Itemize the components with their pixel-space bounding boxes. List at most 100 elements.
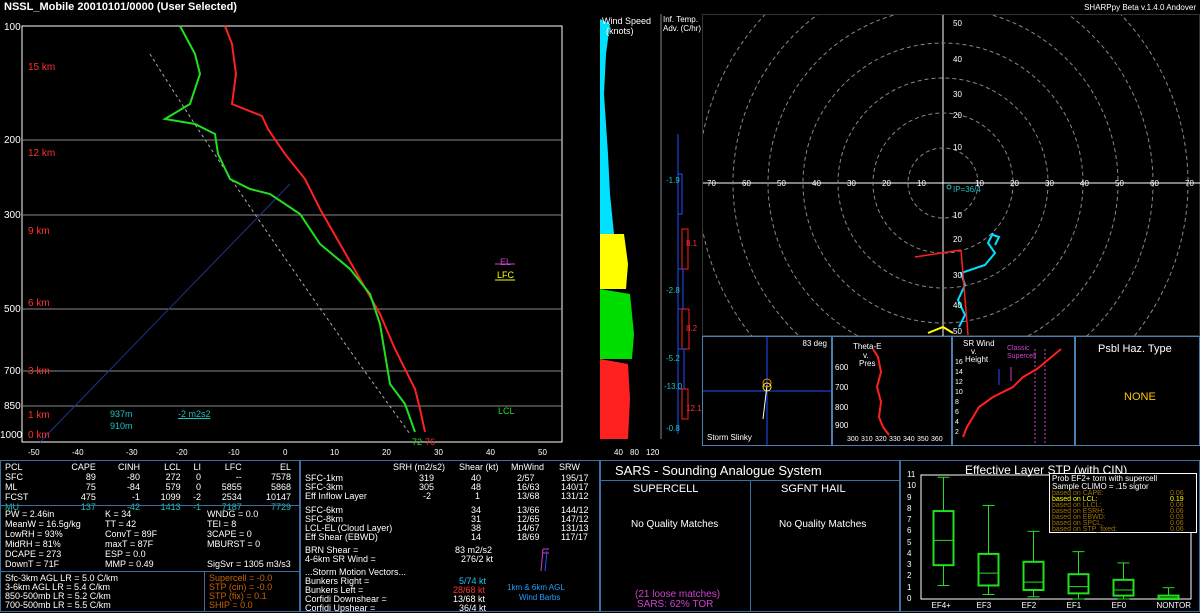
srwind-panel: SR Wind v. Height Classic Supercell 16 1… [952, 336, 1075, 446]
skewt-panel[interactable]: 100 200 300 500 700 850 1000 15 km 12 km… [0, 14, 600, 460]
kin-header-srh: SRH (m2/s2) [393, 462, 446, 472]
sfc-dewpoint-label: 72 [412, 437, 423, 447]
temp-tick-10: 10 [330, 448, 339, 457]
index-k: K = 34 [105, 509, 132, 519]
theta-e-title: Theta-E [853, 342, 882, 351]
lapse-rate-700500: 700-500mb LR = 5.5 C/km [5, 600, 111, 610]
parcel-cell: 0 [196, 482, 202, 492]
hodo-xtick: 70 [1185, 179, 1194, 188]
sars-tor-probability: SARS: 62% TOR [637, 599, 714, 610]
hodo-xtick: 60 [1150, 179, 1159, 188]
parcel-col-header: PCL [5, 462, 23, 472]
temp-adv-value: -13.0 [664, 382, 683, 391]
theta-e-xtick: 320 [875, 436, 887, 443]
hodo-xtick: 10 [917, 179, 926, 188]
wind-speed-title: Wind Speed [602, 16, 652, 26]
parcel-col-header: LFC [224, 462, 242, 472]
index-sigsvr: SigSvr = 1305 m3/s3 [207, 559, 291, 569]
srwind-ytick: 16 [955, 359, 963, 366]
stp-ytick: 10 [907, 481, 916, 491]
hodo-xtick: 20 [882, 179, 891, 188]
index-downt: DownT = 71F [5, 559, 60, 569]
temp-tick-n10: -10 [228, 448, 240, 457]
srwind-ytick: 8 [955, 399, 959, 406]
stp-ytick: 8 [907, 503, 912, 513]
kin-row-label: Eff Inflow Layer [305, 491, 367, 501]
height-label-15km: 15 km [28, 62, 56, 73]
hodo-lower-tick: 40 [953, 301, 962, 310]
temp-adv-value: -5.2 [666, 354, 680, 363]
wind-speed-bars [600, 14, 690, 439]
temp-adv-value: 12.1 [686, 404, 702, 413]
sars-hail-matches: No Quality Matches [779, 519, 867, 530]
parcel-col-header: CINH [117, 462, 140, 472]
thermo-panel: PCL CAPE CINH LCL LI LFC EL SFC 89 -80 2… [0, 460, 300, 612]
stp-xtick: EF3 [976, 601, 992, 610]
stp-xtick: EF2 [1021, 601, 1037, 610]
sars-hail-header: SGFNT HAIL [781, 483, 846, 495]
temp-tick-n40: -40 [72, 448, 84, 457]
sars-panel: SARS - Sounding Analogue System SUPERCEL… [600, 460, 900, 612]
height-label-3km: 3 km [28, 366, 50, 377]
parcel-row[interactable]: SFC 89 -80 272 0 -- 7578 [3, 472, 293, 482]
hodo-lower-tick: 50 [953, 327, 962, 336]
parcel-cell: -1 [131, 492, 140, 502]
index-tei: TEI = 8 [207, 519, 237, 529]
temp-adv-title: Inf. Temp. [663, 15, 698, 24]
kin-header-srw: SRW [559, 462, 580, 472]
hodo-xtick: 30 [1045, 179, 1054, 188]
hodograph-panel[interactable]: 50 40 30 20 10 70 60 50 40 30 20 10 10 2… [702, 14, 1200, 337]
hodo-xtick: 50 [1115, 179, 1124, 188]
hodo-ytick: 10 [953, 143, 962, 152]
wind-tick-40: 40 [614, 448, 623, 457]
stp-box-ef1 [1067, 551, 1090, 600]
wind-tick-120: 120 [646, 448, 660, 457]
stp-ytick: 2 [907, 571, 912, 581]
parcel-col-header: LI [193, 462, 202, 472]
skewt-chart [21, 25, 563, 443]
parcel-cell: 0 [196, 472, 202, 482]
parcel-cell: 579 [165, 482, 181, 492]
kin-header-mnwind: MnWind [511, 462, 545, 472]
index-maxt: maxT = 87F [105, 539, 154, 549]
temp-tick-20: 20 [382, 448, 391, 457]
theta-e-xtick: 310 [861, 436, 873, 443]
ship: SHIP = 0.0 [209, 600, 253, 610]
index-pw: PW = 2.46in [5, 509, 55, 519]
parcel-col-header: CAPE [71, 462, 96, 472]
temp-tick-n30: -30 [126, 448, 138, 457]
srwind-ytick: 14 [955, 369, 963, 376]
theta-e-panel: Theta-E v. Pres 600 700 800 900 300 310 … [832, 336, 952, 446]
index-dcape: DCAPE = 273 [5, 549, 62, 559]
parcel-row[interactable]: FCST 475 -1 1099 -2 2534 10147 [3, 492, 293, 502]
kin-cell: 1 [475, 491, 481, 501]
stp-box-ef2 [1022, 530, 1045, 598]
stp-ytick: 4 [907, 548, 912, 558]
parcel-cell: 5855 [221, 482, 242, 492]
parcel-row[interactable]: ML 75 -84 579 0 5855 5868 [3, 482, 293, 492]
stp-ytick: 9 [907, 492, 912, 502]
kin-cell: 18/69 [517, 532, 540, 542]
hazard-title: Psbl Haz. Type [1098, 343, 1172, 355]
stp-xtick: EF0 [1111, 601, 1127, 610]
stp-legend-value: 0.06 [1170, 526, 1184, 533]
parcel-cell: -84 [126, 482, 140, 492]
temp-adv-subtitle: Adv. (C/hr) [663, 24, 702, 33]
temp-adv-value: -0.8 [666, 424, 680, 433]
stp-box-ef3 [977, 504, 1000, 595]
theta-e-xtick: 360 [931, 436, 943, 443]
index-tt: TT = 42 [105, 519, 137, 529]
srwind46-value: 276/2 kt [461, 554, 494, 564]
wind-barb-icon [540, 548, 549, 572]
kin-cell: 131/12 [561, 491, 589, 501]
theta-e-chart [872, 348, 890, 436]
stp-legend: Prob EF2+ torn with supercell Sample CLI… [1049, 473, 1197, 533]
index-mburst: MBURST = 0 [207, 539, 261, 549]
height-label-9km: 9 km [28, 226, 50, 237]
height-annotation-1: 937m [110, 409, 133, 419]
theta-e-ytick: 600 [835, 363, 849, 372]
storm-motion-label: IP=36/4 [953, 185, 981, 194]
sfc-temp-label: 76 [425, 437, 436, 447]
hodo-xtick: 70 [707, 179, 716, 188]
lfc-label: LFC [497, 270, 515, 280]
